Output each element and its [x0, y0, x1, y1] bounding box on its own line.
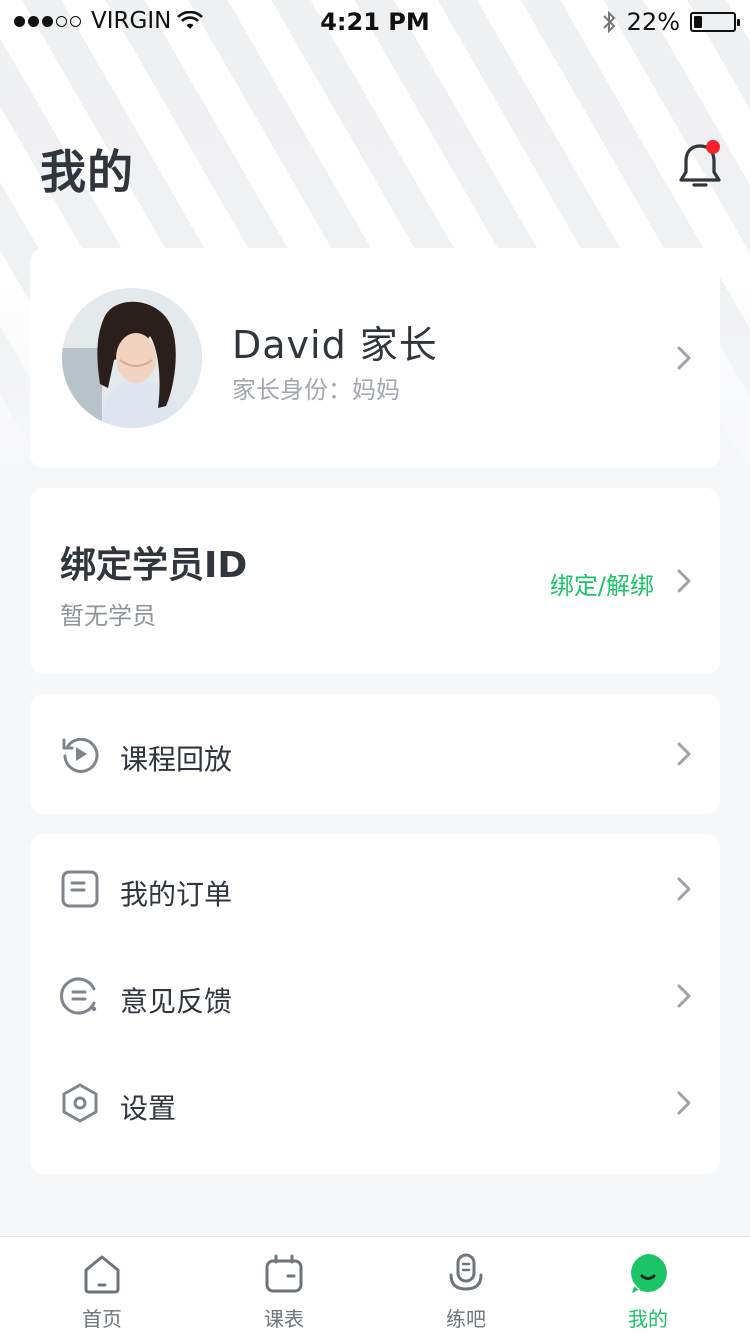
- menu-item-label: 我的订单: [120, 878, 233, 911]
- menu-item-settings[interactable]: 设置: [30, 1049, 720, 1157]
- profile-face-icon: [631, 1254, 667, 1293]
- battery-icon: [690, 12, 740, 32]
- chevron-right-icon: [677, 569, 691, 593]
- chevron-right-icon: [677, 1091, 691, 1115]
- menu-item-orders[interactable]: 我的订单: [30, 835, 720, 943]
- microphone-icon: [449, 1253, 483, 1291]
- bind-student-card[interactable]: 绑定学员ID 暂无学员 绑定/解绑: [30, 488, 720, 674]
- settings-icon: [62, 1083, 98, 1123]
- battery-percent: 22%: [626, 8, 680, 36]
- bluetooth-icon: [602, 10, 616, 34]
- tab-schedule[interactable]: 课表: [224, 1237, 344, 1334]
- bind-student-title: 绑定学员ID: [60, 545, 248, 586]
- menu-card: 我的订单 意见反馈 设置: [30, 834, 720, 1174]
- battery-level-fill: [694, 16, 702, 28]
- status-bar: VIRGIN 4:21 PM 22%: [0, 0, 750, 42]
- tab-label: 课表: [264, 1307, 304, 1331]
- course-replay-row[interactable]: 课程回放: [30, 700, 720, 808]
- order-icon: [61, 870, 99, 908]
- notification-button[interactable]: [676, 140, 724, 192]
- tab-label: 练吧: [446, 1307, 486, 1331]
- tab-bar: 首页 课表 练吧 我的: [0, 1236, 750, 1334]
- avatar: [62, 288, 202, 428]
- chevron-right-icon: [677, 742, 691, 766]
- tab-me[interactable]: 我的: [588, 1237, 708, 1334]
- bind-student-subtitle: 暂无学员: [60, 602, 156, 630]
- bind-unbind-link[interactable]: 绑定/解绑: [550, 566, 654, 601]
- status-right: 22%: [601, 8, 740, 36]
- replay-icon: [62, 737, 99, 773]
- chevron-right-icon: [677, 984, 691, 1008]
- schedule-icon: [265, 1254, 303, 1293]
- tab-label: 我的: [628, 1307, 668, 1331]
- profile-role: 家长身份：妈妈: [232, 376, 400, 404]
- home-icon: [84, 1255, 120, 1294]
- notification-badge: [706, 140, 720, 154]
- menu-item-feedback[interactable]: 意见反馈: [30, 942, 720, 1050]
- chevron-right-icon: [677, 877, 691, 901]
- tab-home[interactable]: 首页: [42, 1237, 162, 1334]
- course-replay-label: 课程回放: [120, 743, 233, 776]
- chevron-right-icon: [677, 346, 691, 370]
- course-replay-card[interactable]: 课程回放: [30, 694, 720, 814]
- menu-item-label: 设置: [120, 1092, 177, 1125]
- profile-card[interactable]: David 家长 家长身份：妈妈: [30, 248, 720, 468]
- feedback-icon: [60, 977, 97, 1015]
- menu-item-label: 意见反馈: [120, 985, 233, 1018]
- page-title: 我的: [40, 145, 134, 199]
- tab-label: 首页: [82, 1307, 122, 1331]
- profile-name: David 家长: [232, 323, 438, 367]
- tab-practice[interactable]: 练吧: [406, 1237, 526, 1334]
